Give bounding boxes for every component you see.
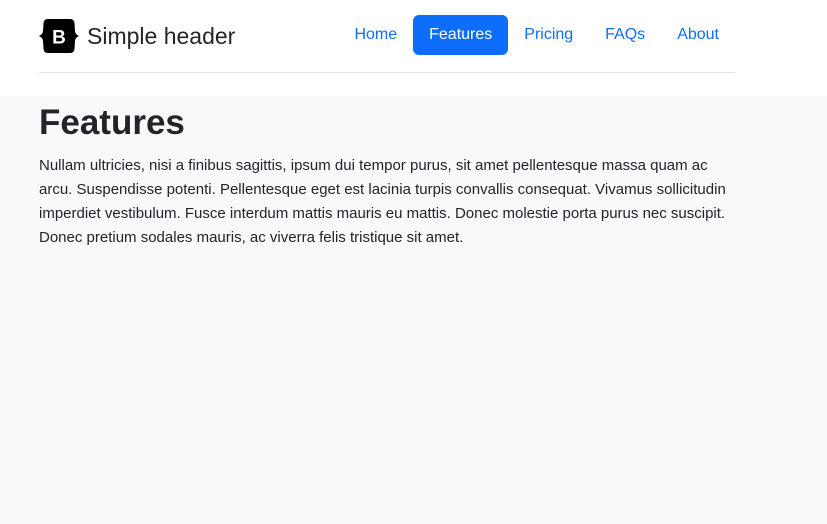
brand-logo-letter: B — [52, 28, 66, 49]
nav-link-features[interactable]: Features — [413, 15, 509, 55]
nav-link-home[interactable]: Home — [338, 15, 413, 55]
brand-link[interactable]: B Simple header — [39, 17, 235, 55]
nav-link-about[interactable]: About — [661, 15, 735, 55]
body-paragraph: Nullam ultricies, nisi a finibus sagitti… — [39, 157, 726, 246]
page-title: Features — [39, 103, 185, 142]
header-container: B Simple header Home Features Pricing FA… — [39, 0, 735, 73]
main-content: Features Nullam ultricies, nisi a finibu… — [39, 96, 735, 250]
nav-link-pricing[interactable]: Pricing — [508, 15, 589, 55]
bootstrap-logo-icon: B — [39, 19, 79, 53]
nav-link-faqs[interactable]: FAQs — [589, 15, 661, 55]
main-nav: Home Features Pricing FAQs About — [338, 15, 735, 55]
site-header: B Simple header Home Features Pricing FA… — [0, 0, 827, 96]
brand-title: Simple header — [87, 23, 236, 49]
